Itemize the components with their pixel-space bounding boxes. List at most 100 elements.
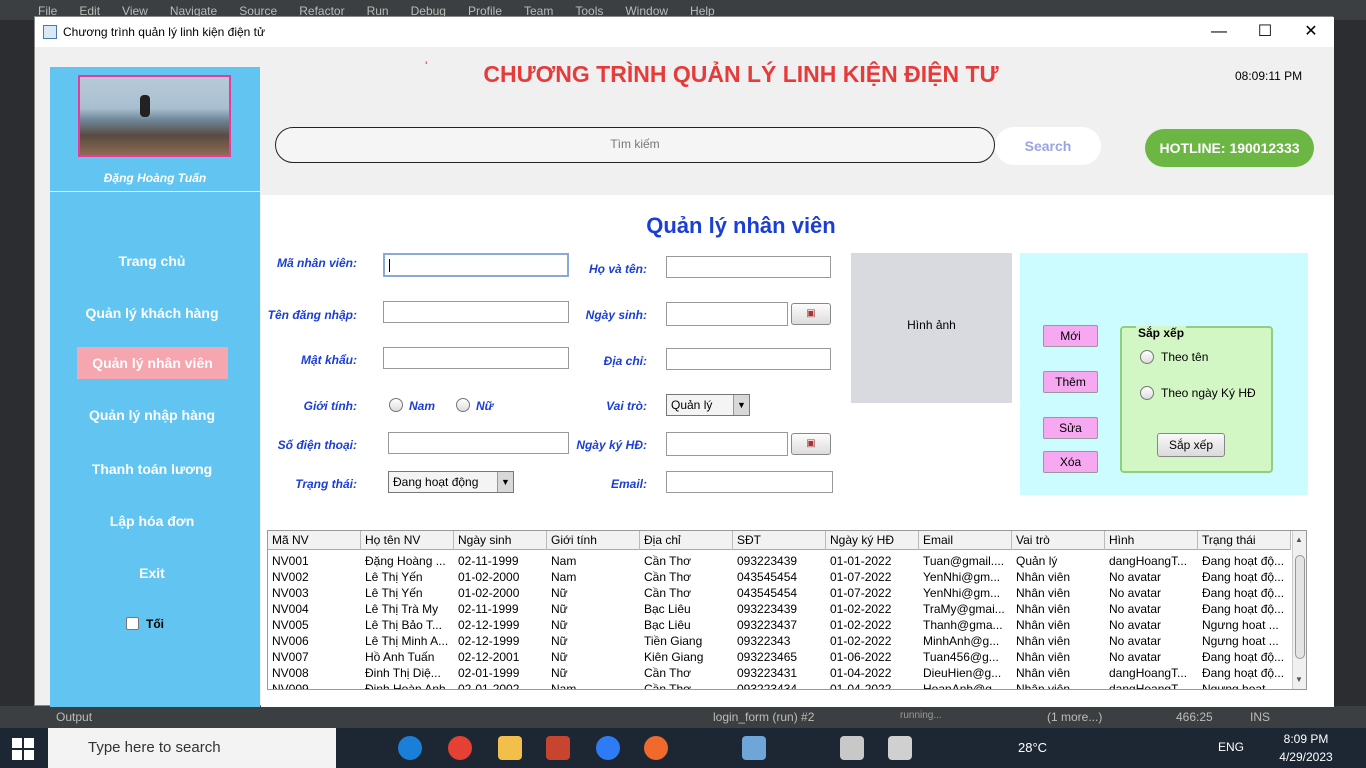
employee-table[interactable]: Mã NV Họ tên NV Ngày sinh Giới tính Địa chỉ S… — [267, 530, 1307, 690]
table-row[interactable]: NV003 Lê Thị Yến 01-02-2000 Nữ Cần Thơ 043545… — [268, 585, 1291, 601]
netbeans-icon[interactable] — [742, 736, 766, 760]
table-cell: 093223439 — [737, 602, 798, 616]
sidebar-item-quan-ly-khach-hang[interactable]: Quản lý khách hàng — [50, 305, 254, 321]
delete-button[interactable]: Xóa — [1043, 451, 1098, 473]
address-input[interactable] — [666, 348, 831, 370]
sidebar-item-lap-hoa-don[interactable]: Lập hóa đơn — [50, 513, 254, 529]
table-row[interactable]: NV002 Lê Thị Yến 01-02-2000 Nam Cần Thơ 04354… — [268, 569, 1291, 585]
column-header[interactable]: Ngày sinh — [454, 531, 547, 550]
table-cell: TraMy@gmai... — [923, 602, 1005, 616]
table-header: Mã NV Họ tên NV Ngày sinh Giới tính Địa chỉ S… — [268, 531, 1291, 550]
column-header[interactable]: Email — [919, 531, 1012, 550]
table-row[interactable]: NV004 Lê Thị Trà My 02-11-1999 Nữ Bạc Liêu 09… — [268, 601, 1291, 617]
table-cell: Ngưng hoat ... — [1202, 682, 1279, 690]
scroll-down-icon[interactable]: ▼ — [1295, 675, 1303, 684]
column-header[interactable]: Trạng thái — [1198, 531, 1291, 550]
column-header[interactable]: Địa chỉ — [640, 531, 733, 550]
table-cell: YenNhi@gm... — [923, 570, 1001, 584]
sidebar-item-thanh-toan-luong[interactable]: Thanh toán lương — [50, 461, 254, 477]
gender-female-radio[interactable] — [456, 398, 470, 412]
column-header[interactable]: SĐT — [733, 531, 826, 550]
password-input[interactable] — [383, 347, 569, 369]
table-cell: Nhân viên — [1016, 650, 1071, 664]
close-button[interactable]: ✕ — [1288, 21, 1334, 43]
table-cell: No avatar — [1109, 634, 1162, 648]
edge-icon[interactable] — [398, 736, 422, 760]
table-cell: Đang hoạt độ... — [1202, 602, 1285, 616]
add-button[interactable]: Thêm — [1043, 371, 1098, 393]
table-cell: 01-07-2022 — [830, 586, 892, 600]
calendar-icon[interactable]: ▣ — [791, 303, 831, 325]
username-input[interactable] — [383, 301, 569, 323]
column-header[interactable]: Vai trò — [1012, 531, 1105, 550]
firefox-icon[interactable] — [644, 736, 668, 760]
table-cell: No avatar — [1109, 650, 1162, 664]
sidebar-item-quan-ly-nhap-hang[interactable]: Quản lý nhập hàng — [50, 407, 254, 423]
scroll-up-icon[interactable]: ▲ — [1295, 535, 1303, 544]
role-select[interactable]: Quản lý ▼ — [666, 394, 750, 416]
gender-male-radio[interactable] — [389, 398, 403, 412]
windows-start-icon[interactable] — [12, 738, 34, 760]
more-tasks[interactable]: (1 more...) — [1047, 710, 1102, 724]
contract-date-input[interactable] — [666, 432, 788, 456]
table-cell: Nữ — [551, 618, 568, 632]
table-row[interactable]: NV009 Đinh Hoàn Anh 02-01-2002 Nam Cần Thơ 09… — [268, 681, 1291, 690]
search-input[interactable]: Tìm kiếm — [275, 127, 995, 163]
table-cell: NV003 — [272, 586, 309, 600]
column-header[interactable]: Họ tên NV — [361, 531, 454, 550]
edit-button[interactable]: Sửa — [1043, 417, 1098, 439]
scroll-thumb[interactable] — [1295, 555, 1305, 659]
table-row[interactable]: NV001 Đặng Hoàng ... 02-11-1999 Nam Cần Thơ 0… — [268, 553, 1291, 569]
dark-mode-checkbox[interactable] — [126, 617, 139, 630]
table-cell: Nhân viên — [1016, 634, 1071, 648]
table-scrollbar[interactable]: ▲ ▼ — [1292, 531, 1306, 689]
java-app-taskbar-icon[interactable] — [888, 736, 912, 760]
sort-by-name-radio[interactable] — [1140, 350, 1154, 364]
table-row[interactable]: NV005 Lê Thị Bảo T... 02-12-1999 Nữ Bạc Liêu… — [268, 617, 1291, 633]
sort-button[interactable]: Sắp xếp — [1157, 433, 1225, 457]
weather-temperature[interactable]: 28°C — [1018, 740, 1047, 755]
chevron-down-icon: ▼ — [497, 472, 513, 492]
new-button[interactable]: Mới — [1043, 325, 1098, 347]
powerpoint-icon[interactable] — [546, 736, 570, 760]
sidebar-item-trang-chu[interactable]: Trang chủ — [50, 253, 254, 269]
table-cell: dangHoangT... — [1109, 666, 1188, 680]
input-language[interactable]: ENG — [1218, 740, 1244, 754]
email-input[interactable] — [666, 471, 833, 493]
table-row[interactable]: NV008 Đinh Thị Diệ... 02-01-1999 Nữ Cần Thơ 0… — [268, 665, 1291, 681]
taskbar-search[interactable]: Type here to search — [48, 728, 336, 768]
table-row[interactable]: NV006 Lê Thị Minh A... 02-12-1999 Nữ Tiền Gi… — [268, 633, 1291, 649]
user-avatar — [78, 75, 231, 157]
java-icon[interactable] — [840, 736, 864, 760]
column-header[interactable]: Mã NV — [268, 531, 361, 550]
column-header[interactable]: Ngày ký HĐ — [826, 531, 919, 550]
employee-panel: Quản lý nhân viên Mã nhân viên: Tên đăng… — [261, 195, 1334, 707]
ma-nv-input[interactable] — [383, 253, 569, 277]
employee-photo[interactable]: Hình ảnh — [851, 253, 1012, 403]
output-tab[interactable]: Output — [56, 710, 92, 724]
explorer-icon[interactable] — [498, 736, 522, 760]
sidebar-item-quan-ly-nhan-vien[interactable]: Quản lý nhân viên — [77, 347, 228, 379]
phone-input[interactable] — [388, 432, 569, 454]
taskbar-clock[interactable]: 8:09 PM 4/29/2023 — [1276, 730, 1336, 766]
search-button[interactable]: Search — [995, 127, 1101, 165]
calendar-icon[interactable]: ▣ — [791, 433, 831, 455]
ide-right-strip — [1332, 20, 1366, 710]
column-header[interactable]: Hình — [1105, 531, 1198, 550]
status-select[interactable]: Đang hoạt động ▼ — [388, 471, 514, 493]
fullname-input[interactable] — [666, 256, 831, 278]
label-ma-nv: Mã nhân viên: — [276, 256, 357, 270]
sort-by-date-radio[interactable] — [1140, 386, 1154, 400]
ide-status-bar: Output login_form (run) #2 running... (1… — [0, 706, 1366, 728]
chrome-icon[interactable] — [448, 736, 472, 760]
table-row[interactable]: NV007 Hồ Anh Tuấn 02-12-2001 Nữ Kiên Giang 09… — [268, 649, 1291, 665]
column-header[interactable]: Giới tính — [547, 531, 640, 550]
maximize-button[interactable]: ☐ — [1242, 21, 1288, 43]
sidebar-item-exit[interactable]: Exit — [50, 565, 254, 581]
minimize-button[interactable]: — — [1196, 21, 1242, 43]
table-cell: Nữ — [551, 634, 568, 648]
zalo-icon[interactable] — [596, 736, 620, 760]
table-cell: NV009 — [272, 682, 309, 690]
birthdate-input[interactable] — [666, 302, 788, 326]
table-cell: Nữ — [551, 586, 568, 600]
